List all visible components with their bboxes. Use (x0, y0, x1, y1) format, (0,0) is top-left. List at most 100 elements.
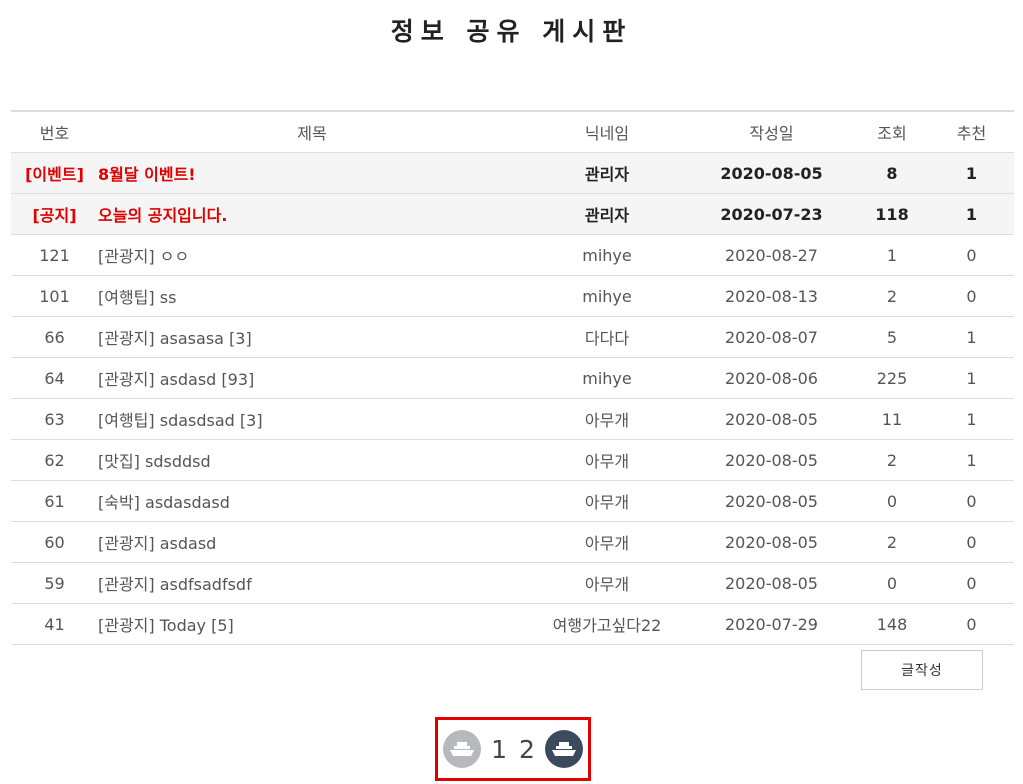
row-views: 2 (855, 521, 929, 563)
row-title-link[interactable]: [관광지] asdasd (98, 521, 526, 563)
row-no: 59 (11, 562, 98, 604)
notice-views: 8 (855, 152, 929, 194)
notice-date: 2020-07-23 (688, 193, 855, 235)
row-no: 66 (11, 316, 98, 358)
row-views: 2 (855, 275, 929, 317)
row-recommend: 0 (929, 234, 1014, 276)
row-no: 101 (11, 275, 98, 317)
row-title-link[interactable]: [관광지] asasasa [3] (98, 316, 526, 358)
notice-row[interactable]: [공지] 오늘의 공지입니다. 관리자 2020-07-23 118 1 (11, 193, 1014, 235)
row-title-link[interactable]: [관광지] ㅇㅇ (98, 234, 526, 276)
notice-category: [이벤트] (11, 152, 98, 194)
row-recommend: 0 (929, 480, 1014, 522)
table-row[interactable]: 61 [숙박] asdasdasd 아무개 2020-08-05 0 0 (11, 480, 1014, 522)
row-nickname: mihye (526, 357, 688, 399)
header-no: 번호 (11, 111, 98, 153)
row-recommend: 0 (929, 521, 1014, 563)
row-nickname: 아무개 (526, 521, 688, 563)
notice-title-link[interactable]: 오늘의 공지입니다. (98, 193, 526, 235)
table-header-row: 번호 제목 닉네임 작성일 조회 추천 (11, 111, 1014, 153)
row-title-link[interactable]: [관광지] asdasd [93] (98, 357, 526, 399)
row-nickname: 여행가고싶다22 (526, 603, 688, 645)
board-table: 번호 제목 닉네임 작성일 조회 추천 [이벤트] 8월달 이벤트! 관리자 2… (11, 110, 1014, 645)
row-no: 61 (11, 480, 98, 522)
row-recommend: 1 (929, 398, 1014, 440)
row-no: 60 (11, 521, 98, 563)
row-date: 2020-08-13 (688, 275, 855, 317)
row-views: 2 (855, 439, 929, 481)
row-nickname: 다다다 (526, 316, 688, 358)
row-views: 0 (855, 562, 929, 604)
header-date: 작성일 (688, 111, 855, 153)
row-views: 1 (855, 234, 929, 276)
row-nickname: 아무개 (526, 480, 688, 522)
row-date: 2020-08-05 (688, 521, 855, 563)
table-row[interactable]: 66 [관광지] asasasa [3] 다다다 2020-08-07 5 1 (11, 316, 1014, 358)
row-date: 2020-08-27 (688, 234, 855, 276)
row-recommend: 0 (929, 275, 1014, 317)
page-number-2[interactable]: 2 (517, 735, 537, 764)
prev-page-button[interactable] (443, 730, 482, 768)
row-date: 2020-07-29 (688, 603, 855, 645)
page-number-1[interactable]: 1 (489, 735, 509, 764)
row-nickname: 아무개 (526, 562, 688, 604)
row-date: 2020-08-05 (688, 439, 855, 481)
table-row[interactable]: 63 [여행팁] sdasdsad [3] 아무개 2020-08-05 11 … (11, 398, 1014, 440)
notice-nickname: 관리자 (526, 193, 688, 235)
row-title-link[interactable]: [숙박] asdasdasd (98, 480, 526, 522)
table-row[interactable]: 41 [관광지] Today [5] 여행가고싶다22 2020-07-29 1… (11, 603, 1014, 645)
row-no: 121 (11, 234, 98, 276)
row-nickname: 아무개 (526, 439, 688, 481)
notice-views: 118 (855, 193, 929, 235)
page-title: 정보 공유 게시판 (390, 17, 633, 46)
pagination: 1 2 (435, 717, 591, 781)
row-title-link[interactable]: [관광지] Today [5] (98, 603, 526, 645)
notice-nickname: 관리자 (526, 152, 688, 194)
row-date: 2020-08-05 (688, 480, 855, 522)
row-date: 2020-08-05 (688, 398, 855, 440)
row-views: 5 (855, 316, 929, 358)
row-no: 41 (11, 603, 98, 645)
table-row[interactable]: 59 [관광지] asdfsadfsdf 아무개 2020-08-05 0 0 (11, 562, 1014, 604)
row-title-link[interactable]: [맛집] sdsddsd (98, 439, 526, 481)
row-views: 11 (855, 398, 929, 440)
row-title-link[interactable]: [관광지] asdfsadfsdf (98, 562, 526, 604)
next-page-button[interactable] (544, 730, 583, 768)
row-views: 0 (855, 480, 929, 522)
row-date: 2020-08-06 (688, 357, 855, 399)
row-no: 64 (11, 357, 98, 399)
row-title-link[interactable]: [여행팁] sdasdsad [3] (98, 398, 526, 440)
ship-icon (551, 742, 576, 756)
table-row[interactable]: 101 [여행팁] ss mihye 2020-08-13 2 0 (11, 275, 1014, 317)
row-views: 148 (855, 603, 929, 645)
header-views: 조회 (855, 111, 929, 153)
ship-icon (450, 742, 475, 756)
row-recommend: 1 (929, 357, 1014, 399)
table-row[interactable]: 62 [맛집] sdsddsd 아무개 2020-08-05 2 1 (11, 439, 1014, 481)
header-title: 제목 (98, 111, 526, 153)
row-recommend: 1 (929, 316, 1014, 358)
notice-recommend: 1 (929, 152, 1014, 194)
row-recommend: 1 (929, 439, 1014, 481)
header-nickname: 닉네임 (526, 111, 688, 153)
row-date: 2020-08-07 (688, 316, 855, 358)
table-row[interactable]: 121 [관광지] ㅇㅇ mihye 2020-08-27 1 0 (11, 234, 1014, 276)
notice-date: 2020-08-05 (688, 152, 855, 194)
notice-recommend: 1 (929, 193, 1014, 235)
header-recommend: 추천 (929, 111, 1014, 153)
write-post-button[interactable]: 글작성 (861, 650, 983, 690)
table-row[interactable]: 60 [관광지] asdasd 아무개 2020-08-05 2 0 (11, 521, 1014, 563)
row-date: 2020-08-05 (688, 562, 855, 604)
notice-title-link[interactable]: 8월달 이벤트! (98, 152, 526, 194)
row-views: 225 (855, 357, 929, 399)
row-no: 63 (11, 398, 98, 440)
row-nickname: mihye (526, 234, 688, 276)
notice-row[interactable]: [이벤트] 8월달 이벤트! 관리자 2020-08-05 8 1 (11, 152, 1014, 194)
row-recommend: 0 (929, 603, 1014, 645)
row-nickname: mihye (526, 275, 688, 317)
row-nickname: 아무개 (526, 398, 688, 440)
row-recommend: 0 (929, 562, 1014, 604)
notice-category: [공지] (11, 193, 98, 235)
table-row[interactable]: 64 [관광지] asdasd [93] mihye 2020-08-06 22… (11, 357, 1014, 399)
row-title-link[interactable]: [여행팁] ss (98, 275, 526, 317)
